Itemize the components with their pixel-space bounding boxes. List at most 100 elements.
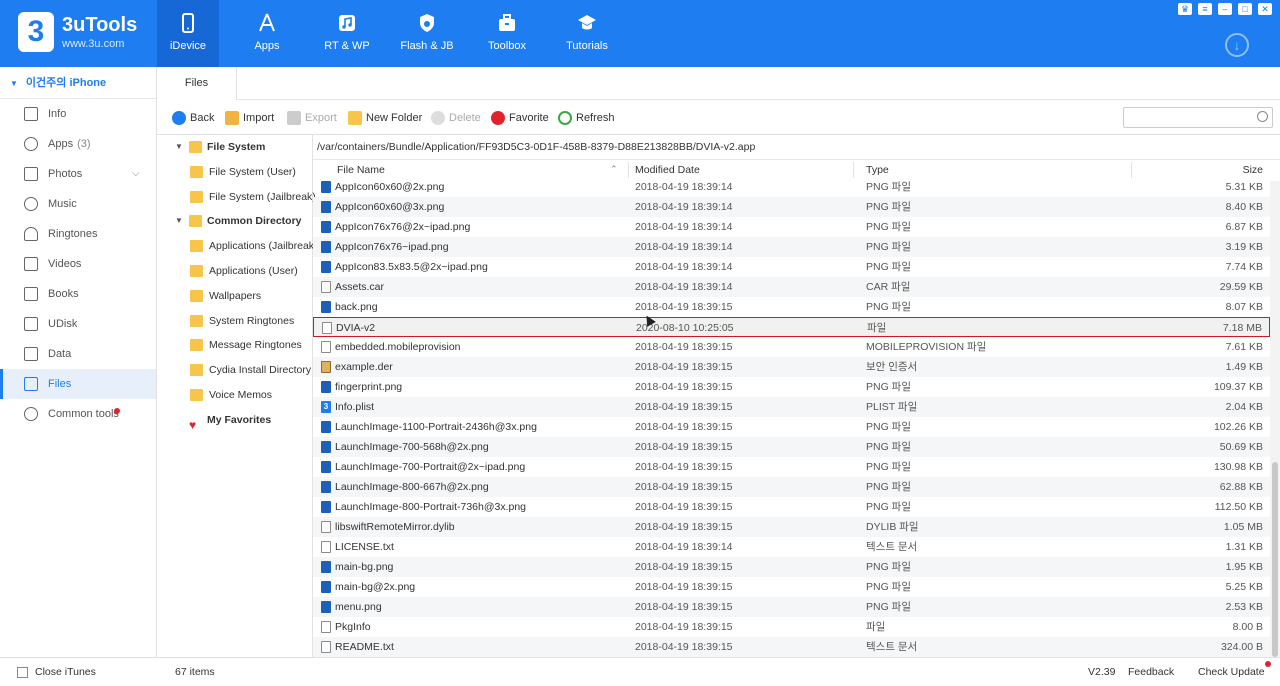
- table-row[interactable]: LICENSE.txt 2018-04-19 18:39:14 텍스트 문서 1.31…: [313, 537, 1270, 557]
- sidebar-item-label: Data: [48, 348, 72, 360]
- tree-label: File System (Jailbreak): [209, 190, 316, 203]
- tree-item-common[interactable]: Voice Memos: [157, 383, 312, 408]
- scrollbar[interactable]: [1270, 181, 1280, 657]
- table-row[interactable]: back.png 2018-04-19 18:39:15 PNG 파일 8.07 KB: [313, 297, 1270, 317]
- feedback-link[interactable]: Feedback: [1128, 666, 1174, 678]
- favorite-button[interactable]: Favorite: [491, 110, 549, 126]
- column-divider[interactable]: [853, 162, 854, 178]
- tree-item-common[interactable]: Applications (Jailbreak): [157, 234, 318, 259]
- close-itunes-checkbox[interactable]: [17, 667, 28, 678]
- tree-item-common-directory[interactable]: ▼ Common Directory: [157, 209, 312, 234]
- tree-item-file-system[interactable]: ▼ File System: [157, 135, 312, 160]
- collapse-triangle-icon[interactable]: ▼: [175, 209, 183, 234]
- table-row[interactable]: AppIcon76x76@2x~ipad.png 2018-04-19 18:39…: [313, 217, 1270, 237]
- new-folder-button[interactable]: New Folder: [348, 110, 422, 126]
- table-row[interactable]: Assets.car 2018-04-19 18:39:14 CAR 파일 29.59…: [313, 277, 1270, 297]
- nav-tab-apps[interactable]: Apps: [236, 0, 298, 67]
- sidebar-item-ringtones[interactable]: Ringtones: [0, 219, 156, 249]
- sidebar-item-info[interactable]: Info: [0, 99, 156, 129]
- tab-files[interactable]: Files: [157, 67, 237, 100]
- table-row[interactable]: README.txt 2018-04-19 18:39:15 텍스트 문서 324.0…: [313, 637, 1270, 657]
- tree-item-common[interactable]: Cydia Install Directory: [157, 358, 312, 383]
- nav-tab-idevice[interactable]: iDevice: [157, 0, 219, 67]
- tree-item-fs-jailbreak[interactable]: File System (Jailbreak): [157, 185, 316, 210]
- file-name: LaunchImage-800-667h@2x.png: [335, 481, 489, 493]
- col-header-name[interactable]: File Name: [337, 164, 385, 176]
- table-row[interactable]: LaunchImage-800-667h@2x.png 2018-04-19 18…: [313, 477, 1270, 497]
- table-row[interactable]: menu.png 2018-04-19 18:39:15 PNG 파일 2.53 KB: [313, 597, 1270, 617]
- table-row[interactable]: 3 Info.plist 2018-04-19 18:39:15 PLIST 파일 2.…: [313, 397, 1270, 417]
- sidebar-item-music[interactable]: Music: [0, 189, 156, 219]
- table-row[interactable]: LaunchImage-1100-Portrait-2436h@3x.png 20…: [313, 417, 1270, 437]
- table-row[interactable]: DVIA-v2 2020-08-10 10:25:05 파일 7.18 MB: [313, 317, 1270, 337]
- col-header-size[interactable]: Size: [1243, 164, 1263, 176]
- file-name: Assets.car: [335, 281, 385, 293]
- sidebar-item-books[interactable]: Books: [0, 279, 156, 309]
- menu-icon[interactable]: ≡: [1198, 3, 1212, 15]
- col-header-type[interactable]: Type: [866, 164, 889, 176]
- table-row[interactable]: main-bg@2x.png 2018-04-19 18:39:15 PNG 파일 5…: [313, 577, 1270, 597]
- sidebar-item-files[interactable]: Files: [0, 369, 156, 399]
- sidebar-item-data[interactable]: Data: [0, 339, 156, 369]
- sidebar-item-common-tools[interactable]: Common tools: [0, 399, 156, 429]
- table-row[interactable]: embedded.mobileprovision 2018-04-19 18:39…: [313, 337, 1270, 357]
- table-row[interactable]: AppIcon76x76~ipad.png 2018-04-19 18:39:14…: [313, 237, 1270, 257]
- folder-icon: [190, 364, 203, 377]
- app-logo: 3: [18, 12, 54, 52]
- search-icon[interactable]: [1257, 111, 1268, 122]
- table-row[interactable]: LaunchImage-700-568h@2x.png 2018-04-19 18…: [313, 437, 1270, 457]
- device-header[interactable]: ▼ 이건주의 iPhone: [0, 67, 156, 99]
- table-row[interactable]: AppIcon60x60@3x.png 2018-04-19 18:39:14 PN…: [313, 197, 1270, 217]
- tree-item-common[interactable]: Wallpapers: [157, 284, 312, 309]
- collapse-triangle-icon[interactable]: ▼: [175, 135, 183, 160]
- sidebar-item-apps[interactable]: Apps (3): [0, 129, 156, 159]
- table-row[interactable]: AppIcon60x60@2x.png 2018-04-19 18:39:14 PN…: [313, 181, 1270, 197]
- table-row[interactable]: example.der 2018-04-19 18:39:15 보안 인증서 1.49…: [313, 357, 1270, 377]
- tree-item-common[interactable]: System Ringtones: [157, 309, 312, 334]
- export-button[interactable]: Export: [287, 110, 337, 126]
- maximize-icon[interactable]: □: [1238, 3, 1252, 15]
- check-update-link[interactable]: Check Update: [1198, 666, 1265, 678]
- import-button[interactable]: Import: [225, 110, 274, 126]
- close-itunes-label[interactable]: Close iTunes: [35, 666, 96, 678]
- chevron-down-icon[interactable]: ⌵: [132, 159, 140, 189]
- minimize-icon[interactable]: –: [1218, 3, 1232, 15]
- scrollbar-thumb[interactable]: [1272, 462, 1278, 657]
- app-url: www.3u.com: [62, 38, 125, 50]
- table-row[interactable]: AppIcon83.5x83.5@2x~ipad.png 2018-04-19 1…: [313, 257, 1270, 277]
- sort-ascending-icon[interactable]: ⌃: [610, 164, 618, 175]
- close-icon[interactable]: ✕: [1258, 3, 1272, 15]
- nav-tab-toolbox[interactable]: Toolbox: [476, 0, 538, 67]
- path-bar[interactable]: /var/containers/Bundle/Application/FF93D…: [313, 136, 1280, 160]
- column-divider[interactable]: [628, 162, 629, 178]
- back-button[interactable]: Back: [172, 110, 214, 126]
- table-row[interactable]: LaunchImage-800-Portrait-736h@3x.png 2018…: [313, 497, 1270, 517]
- table-row[interactable]: libswiftRemoteMirror.dylib 2018-04-19 18:…: [313, 517, 1270, 537]
- nav-tab-flash-jb[interactable]: Flash & JB: [396, 0, 458, 67]
- table-row[interactable]: main-bg.png 2018-04-19 18:39:15 PNG 파일 1.95…: [313, 557, 1270, 577]
- nav-tab-tutorials[interactable]: Tutorials: [556, 0, 618, 67]
- tree-item-fs-user[interactable]: File System (User): [157, 160, 312, 185]
- table-row[interactable]: fingerprint.png 2018-04-19 18:39:15 PNG 파일…: [313, 377, 1270, 397]
- table-row[interactable]: LaunchImage-700-Portrait@2x~ipad.png 2018…: [313, 457, 1270, 477]
- download-icon[interactable]: ↓: [1225, 33, 1249, 57]
- sidebar-item-videos[interactable]: Videos: [0, 249, 156, 279]
- sidebar-item-photos[interactable]: Photos ⌵: [0, 159, 156, 189]
- tree-item-common[interactable]: Message Ringtones: [157, 333, 312, 358]
- col-header-date[interactable]: Modified Date: [635, 164, 700, 176]
- delete-button[interactable]: Delete: [431, 110, 481, 126]
- tree-item-common[interactable]: Applications (User): [157, 259, 312, 284]
- file-type: PNG 파일: [866, 481, 911, 493]
- tree-item-favorites[interactable]: ♥ My Favorites: [157, 408, 312, 433]
- skin-icon[interactable]: ♛: [1178, 3, 1192, 15]
- refresh-button[interactable]: Refresh: [558, 110, 615, 126]
- search-input[interactable]: [1123, 107, 1273, 128]
- folder-icon: [189, 141, 202, 153]
- table-row[interactable]: PkgInfo 2018-04-19 18:39:15 파일 8.00 B: [313, 617, 1270, 637]
- sidebar-item-udisk[interactable]: UDisk: [0, 309, 156, 339]
- column-divider[interactable]: [1131, 162, 1132, 178]
- file-type: PNG 파일: [866, 221, 911, 233]
- png-file-icon: [321, 301, 331, 313]
- file-name: AppIcon76x76@2x~ipad.png: [335, 221, 471, 233]
- nav-tab-rt-wp[interactable]: RT & WP: [316, 0, 378, 67]
